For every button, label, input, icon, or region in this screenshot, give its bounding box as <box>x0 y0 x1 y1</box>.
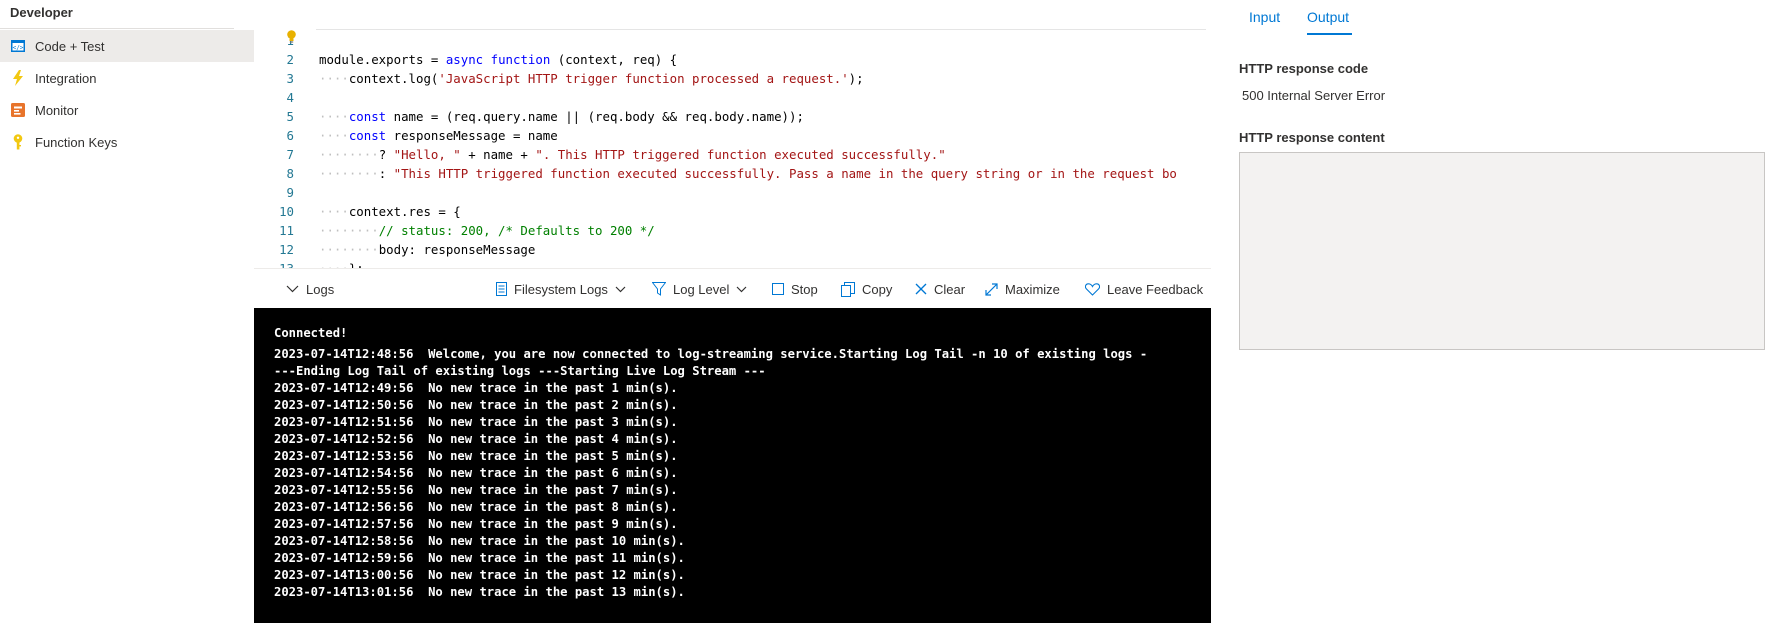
chevron-down-icon <box>736 286 747 292</box>
stop-icon <box>772 283 784 295</box>
code-line: 4 ····const name = (req.query.name || (r… <box>286 90 804 124</box>
sidebar-item-label: Code + Test <box>35 38 105 54</box>
code-line: 2 ····context.log('JavaScript HTTP trigg… <box>286 52 864 86</box>
svg-text:</>: </> <box>13 44 24 51</box>
sidebar-item-function-keys[interactable]: Function Keys <box>0 126 254 158</box>
leave-feedback-label: Leave Feedback <box>1107 281 1204 297</box>
log-toolbar: Logs Filesystem Logs Log Level Stop Copy… <box>254 268 1211 309</box>
response-content-box[interactable] <box>1239 152 1765 350</box>
console-line: 2023-07-14T12:54:56 No new trace in the … <box>274 466 678 480</box>
sidebar-header: Developer <box>10 5 73 20</box>
console-line: 2023-07-14T12:49:56 No new trace in the … <box>274 381 678 395</box>
code-line: 3 <box>286 71 294 86</box>
sidebar: Developer </> Code + Test Integration Mo… <box>0 0 254 623</box>
code-line: 6 ········? "Hello, " + name + ". This H… <box>286 128 946 162</box>
stop-button[interactable]: Stop <box>772 269 818 309</box>
close-icon <box>915 283 927 295</box>
sidebar-item-integration[interactable]: Integration <box>0 62 254 94</box>
code-icon: </> <box>10 38 26 54</box>
monitor-icon <box>10 102 26 118</box>
code-line: 11 ········body: responseMessage <box>279 223 536 257</box>
lightning-icon <box>10 70 26 86</box>
filesystem-logs-dropdown[interactable]: Filesystem Logs <box>496 269 626 309</box>
console-line: ---Ending Log Tail of existing logs ---S… <box>274 364 766 378</box>
console-line: 2023-07-14T12:52:56 No new trace in the … <box>274 432 678 446</box>
sidebar-item-code-test[interactable]: </> Code + Test <box>0 30 254 62</box>
log-level-dropdown[interactable]: Log Level <box>652 269 747 309</box>
maximize-label: Maximize <box>1005 281 1060 297</box>
chevron-down-icon <box>615 286 626 292</box>
clear-button[interactable]: Clear <box>915 269 965 309</box>
tab-output[interactable]: Output <box>1307 9 1349 25</box>
clear-label: Clear <box>934 281 966 297</box>
console-line: 2023-07-14T12:56:56 No new trace in the … <box>274 500 678 514</box>
copy-icon <box>841 281 855 297</box>
key-icon <box>10 134 26 150</box>
code-line: 12 ····}; <box>279 242 364 276</box>
console-line: 2023-07-14T13:01:56 No new trace in the … <box>274 585 685 599</box>
lightbulb-icon[interactable] <box>286 30 297 43</box>
active-tab-indicator <box>1307 33 1352 35</box>
heart-icon <box>1085 282 1100 296</box>
copy-button[interactable]: Copy <box>841 269 892 309</box>
sidebar-item-monitor[interactable]: Monitor <box>0 94 254 126</box>
stop-label: Stop <box>791 281 818 297</box>
filesystem-logs-label: Filesystem Logs <box>514 281 608 297</box>
response-code-value: 500 Internal Server Error <box>1242 88 1386 103</box>
console-line: 2023-07-14T12:48:56 Welcome, you are now… <box>274 347 1148 361</box>
code-editor[interactable]: 1 module.exports = async function (conte… <box>254 0 1455 295</box>
sidebar-item-label: Function Keys <box>35 134 118 150</box>
code-line: 8 <box>286 166 294 181</box>
console-line: Connected! <box>274 326 348 340</box>
response-code-label: HTTP response code <box>1239 61 1369 76</box>
maximize-icon <box>985 282 998 296</box>
log-console[interactable]: Connected! 2023-07-14T12:48:56 Welcome, … <box>254 308 1211 623</box>
code-line: 10 ········// status: 200, /* Defaults t… <box>279 204 655 238</box>
console-line: 2023-07-14T12:58:56 No new trace in the … <box>274 534 685 548</box>
maximize-button[interactable]: Maximize <box>985 269 1060 309</box>
console-line: 2023-07-14T12:50:56 No new trace in the … <box>274 398 678 412</box>
chevron-down-icon <box>286 285 299 293</box>
code-line: 9 ····context.res = { <box>286 185 461 219</box>
code-line: 13 } <box>254 240 1211 295</box>
test-output-panel: Input Output HTTP response code 500 Inte… <box>1211 0 1765 623</box>
document-icon <box>496 282 507 296</box>
sidebar-item-label: Integration <box>35 70 97 86</box>
code-line: 5 ····const responseMessage = name <box>286 109 558 143</box>
console-line: 2023-07-14T12:57:56 No new trace in the … <box>274 517 678 531</box>
console-line: 2023-07-14T12:53:56 No new trace in the … <box>274 449 678 463</box>
code-line: 1 module.exports = async function (conte… <box>287 33 678 67</box>
console-line: 2023-07-14T12:55:56 No new trace in the … <box>274 483 678 497</box>
sidebar-divider <box>0 28 234 29</box>
console-line: 2023-07-14T13:00:56 No new trace in the … <box>274 568 685 582</box>
response-content-label: HTTP response content <box>1239 130 1385 145</box>
console-line: 2023-07-14T12:59:56 No new trace in the … <box>274 551 685 565</box>
code-line: 7 ········: "This HTTP triggered functio… <box>286 147 1177 181</box>
sidebar-item-label: Monitor <box>35 102 79 118</box>
tab-input[interactable]: Input <box>1249 9 1280 25</box>
console-line: 2023-07-14T12:51:56 No new trace in the … <box>274 415 678 429</box>
logs-label: Logs <box>306 281 335 297</box>
filter-icon <box>652 282 666 296</box>
leave-feedback-button[interactable]: Leave Feedback <box>1085 269 1203 309</box>
logs-toggle[interactable]: Logs <box>286 269 334 309</box>
log-level-label: Log Level <box>673 281 730 297</box>
copy-label: Copy <box>862 281 893 297</box>
